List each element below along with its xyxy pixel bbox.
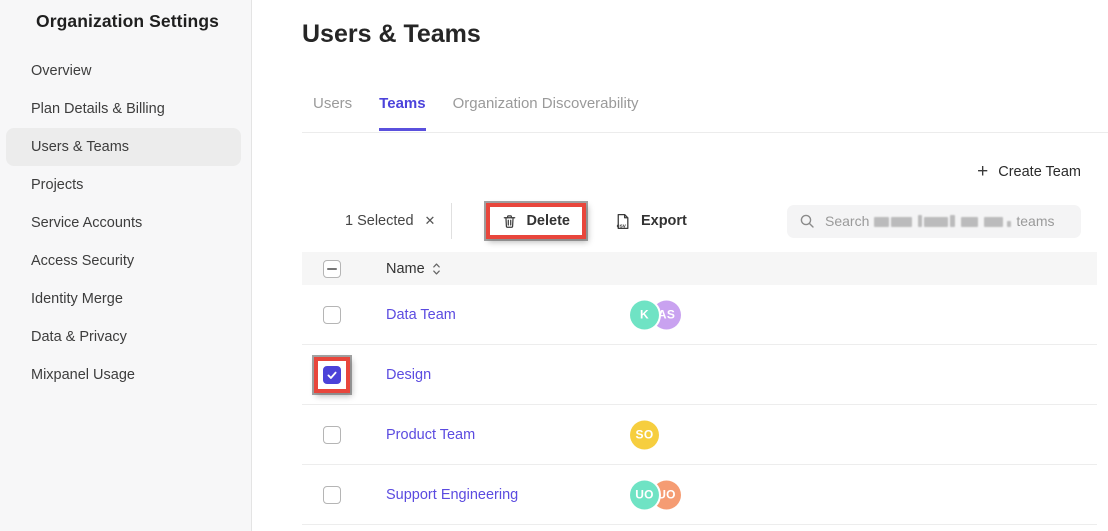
tab-organization-discoverability[interactable]: Organization Discoverability — [453, 95, 639, 131]
sidebar-item-access-security[interactable]: Access Security — [6, 242, 241, 280]
sort-icon[interactable] — [432, 262, 441, 276]
sidebar-item-service-accounts[interactable]: Service Accounts — [6, 204, 241, 242]
plus-icon: + — [977, 164, 988, 180]
tabs-divider — [302, 132, 1108, 133]
avatar: K — [630, 300, 659, 329]
team-name-link[interactable]: Data Team — [386, 307, 456, 323]
member-avatars: UO UO — [630, 480, 681, 509]
organization-settings-page: Organization Settings Overview Plan Deta… — [0, 0, 1108, 531]
teams-table: Name Data Team K AS — [302, 252, 1097, 525]
page-title: Users & Teams — [302, 20, 481, 49]
table-row-data-team: Data Team K AS — [302, 285, 1097, 345]
main-content: Users & Teams Users Teams Organization D… — [253, 0, 1108, 531]
avatar: UO — [630, 480, 659, 509]
select-all-checkbox[interactable] — [323, 260, 341, 278]
table-header-row: Name — [302, 252, 1097, 285]
toolbar-divider — [451, 203, 452, 239]
create-team-label: Create Team — [998, 164, 1081, 180]
search-icon — [799, 213, 815, 229]
sidebar-item-overview[interactable]: Overview — [6, 52, 241, 90]
export-button[interactable]: csv Export — [614, 213, 687, 230]
selected-count: 1 Selected — [345, 213, 414, 229]
csv-file-icon: csv — [614, 213, 631, 230]
row-checkbox[interactable] — [323, 486, 341, 504]
table-row-design: Design — [302, 345, 1097, 405]
bulk-actions-toolbar: 1 Selected ✕ Delete — [302, 201, 1081, 241]
checkbox-annotation-highlight — [314, 357, 350, 393]
sidebar-item-projects[interactable]: Projects — [6, 166, 241, 204]
export-label: Export — [641, 213, 687, 229]
name-column-header: Name — [386, 261, 425, 277]
sidebar-item-data-privacy[interactable]: Data & Privacy — [6, 318, 241, 356]
check-icon — [326, 369, 338, 381]
search-input[interactable]: Search teams — [787, 205, 1081, 238]
table-row-support-engineering: Support Engineering UO UO — [302, 465, 1097, 525]
sidebar-item-plan-details-billing[interactable]: Plan Details & Billing — [6, 90, 241, 128]
table-row-product-team: Product Team SO — [302, 405, 1097, 465]
svg-text:csv: csv — [617, 223, 627, 229]
row-checkbox[interactable] — [323, 306, 341, 324]
delete-label: Delete — [526, 213, 570, 229]
redacted-org-name — [874, 215, 1011, 227]
avatar: SO — [630, 420, 659, 449]
sidebar-item-identity-merge[interactable]: Identity Merge — [6, 280, 241, 318]
tab-teams[interactable]: Teams — [379, 95, 425, 131]
sidebar-item-mixpanel-usage[interactable]: Mixpanel Usage — [6, 356, 241, 394]
team-name-link[interactable]: Product Team — [386, 427, 475, 443]
delete-button[interactable]: Delete — [486, 203, 586, 239]
team-name-link[interactable]: Design — [386, 367, 431, 383]
clear-selection-icon[interactable]: ✕ — [423, 211, 438, 231]
sidebar-item-users-teams[interactable]: Users & Teams — [6, 128, 241, 166]
selection-summary: 1 Selected ✕ — [345, 211, 437, 231]
row-checkbox[interactable] — [323, 426, 341, 444]
tab-bar: Users Teams Organization Discoverability — [302, 95, 639, 131]
row-checkbox-checked[interactable] — [323, 366, 341, 384]
tab-users[interactable]: Users — [313, 95, 352, 131]
create-team-button[interactable]: + Create Team — [977, 164, 1081, 180]
member-avatars: K AS — [630, 300, 681, 329]
sidebar-nav: Overview Plan Details & Billing Users & … — [0, 52, 251, 394]
settings-sidebar: Organization Settings Overview Plan Deta… — [0, 0, 252, 531]
sidebar-title: Organization Settings — [36, 11, 219, 32]
trash-icon — [502, 214, 517, 229]
team-name-link[interactable]: Support Engineering — [386, 487, 518, 503]
member-avatars: SO — [630, 420, 659, 449]
search-placeholder: Search teams — [825, 213, 1054, 229]
